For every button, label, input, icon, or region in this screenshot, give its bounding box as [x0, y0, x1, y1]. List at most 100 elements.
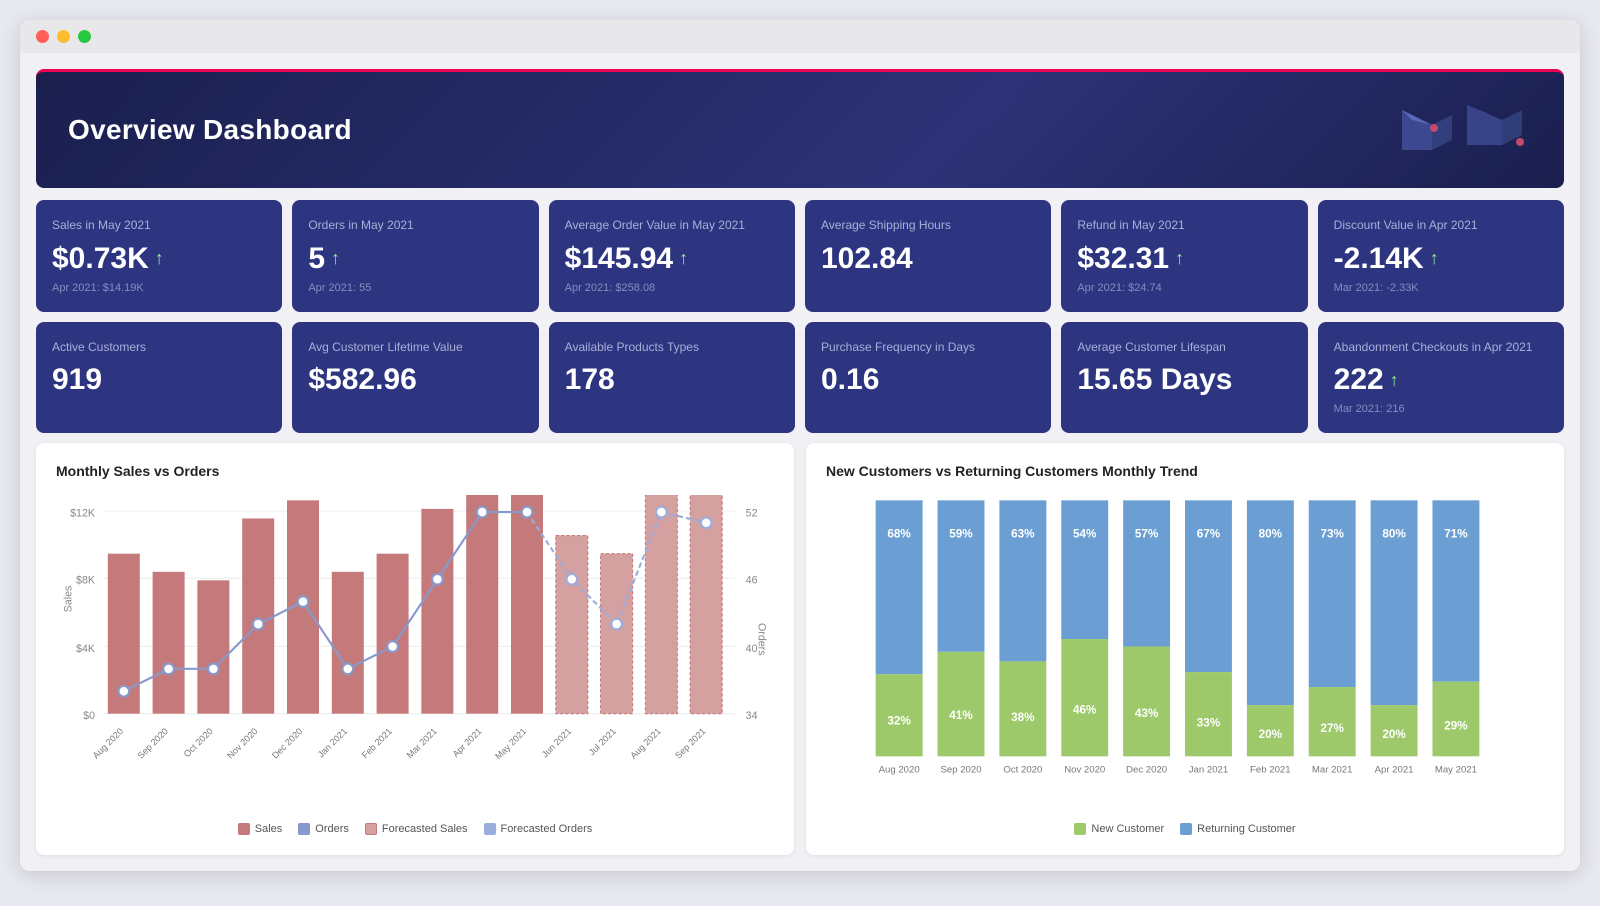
bar-1 — [153, 572, 185, 714]
header-decoration — [1372, 100, 1532, 160]
svg-text:41%: 41% — [949, 709, 973, 722]
svg-text:Aug 2021: Aug 2021 — [628, 726, 662, 760]
metric-value: 15.65 Days — [1077, 363, 1291, 397]
svg-text:Oct 2020: Oct 2020 — [182, 726, 215, 759]
chart2-title: New Customers vs Returning Customers Mon… — [826, 463, 1544, 479]
svg-text:80%: 80% — [1259, 528, 1283, 541]
svg-text:59%: 59% — [949, 528, 973, 541]
svg-text:Sales: Sales — [63, 586, 75, 613]
svg-text:20%: 20% — [1382, 728, 1406, 741]
metric-value: 919 — [52, 363, 266, 397]
metric-card-1: Avg Customer Lifetime Value $582.96 — [292, 322, 538, 434]
charts-row: Monthly Sales vs Orders $12K $8K $4K $0 … — [36, 443, 1564, 855]
svg-text:Dec 2020: Dec 2020 — [270, 726, 304, 760]
maximize-button[interactable] — [78, 30, 91, 43]
svg-text:May 2021: May 2021 — [493, 726, 528, 761]
metric-label: Average Shipping Hours — [821, 218, 1035, 234]
metric-card-0: Sales in May 2021 $0.73K ↑ Apr 2021: $14… — [36, 200, 282, 312]
metric-value: 102.84 — [821, 242, 1035, 276]
svg-text:Nov 2020: Nov 2020 — [1064, 765, 1105, 776]
svg-text:68%: 68% — [887, 528, 911, 541]
metric-value: 222 ↑ — [1334, 363, 1548, 397]
svg-text:Jan 2021: Jan 2021 — [1189, 765, 1228, 776]
metric-label: Orders in May 2021 — [308, 218, 522, 234]
svg-text:May 2021: May 2021 — [1435, 765, 1477, 776]
svg-text:Apr 2021: Apr 2021 — [1375, 765, 1414, 776]
svg-text:Sep 2021: Sep 2021 — [673, 726, 707, 760]
legend-sales: Sales — [238, 823, 283, 835]
metric-card-3: Purchase Frequency in Days 0.16 — [805, 322, 1051, 434]
metric-subtext: Mar 2021: -2.33K — [1334, 282, 1548, 294]
trend-up-icon: ↑ — [331, 248, 340, 269]
legend-new-customer: New Customer — [1074, 823, 1164, 835]
svg-text:54%: 54% — [1073, 528, 1097, 541]
svg-text:$0: $0 — [83, 710, 95, 722]
svg-text:Oct 2020: Oct 2020 — [1003, 765, 1042, 776]
minimize-button[interactable] — [57, 30, 70, 43]
metric-value: $582.96 — [308, 363, 522, 397]
svg-text:52: 52 — [746, 508, 758, 520]
metric-label: Average Order Value in May 2021 — [565, 218, 779, 234]
svg-text:Mar 2021: Mar 2021 — [405, 726, 439, 760]
chart1-legend: Sales Orders Forecasted Sales Forecasted… — [56, 823, 774, 835]
metric-label: Refund in May 2021 — [1077, 218, 1291, 234]
bar-3 — [242, 519, 274, 714]
svg-text:Apr 2021: Apr 2021 — [451, 726, 484, 759]
svg-text:63%: 63% — [1011, 528, 1035, 541]
metric-label: Discount Value in Apr 2021 — [1334, 218, 1548, 234]
svg-text:Jun 2021: Jun 2021 — [540, 726, 573, 759]
bar-11 — [601, 554, 633, 714]
metrics-row-1: Sales in May 2021 $0.73K ↑ Apr 2021: $14… — [36, 200, 1564, 312]
svg-text:73%: 73% — [1320, 528, 1344, 541]
metric-subtext: Apr 2021: 55 — [308, 282, 522, 294]
metric-value: $145.94 ↑ — [565, 242, 779, 276]
legend-orders: Orders — [298, 823, 349, 835]
metrics-row-2: Active Customers 919 Avg Customer Lifeti… — [36, 322, 1564, 434]
metric-label: Active Customers — [52, 340, 266, 356]
metric-card-2: Average Order Value in May 2021 $145.94 … — [549, 200, 795, 312]
bar-5 — [332, 572, 364, 714]
close-button[interactable] — [36, 30, 49, 43]
svg-text:Sep 2020: Sep 2020 — [940, 765, 981, 776]
chart2-legend: New Customer Returning Customer — [826, 823, 1544, 835]
svg-text:43%: 43% — [1135, 707, 1159, 720]
svg-text:27%: 27% — [1320, 722, 1344, 735]
metric-card-4: Refund in May 2021 $32.31 ↑ Apr 2021: $2… — [1061, 200, 1307, 312]
svg-text:Feb 2021: Feb 2021 — [360, 726, 394, 760]
metric-label: Available Products Types — [565, 340, 779, 356]
dashboard-title: Overview Dashboard — [68, 114, 352, 146]
bar-6 — [377, 554, 409, 714]
svg-text:80%: 80% — [1382, 528, 1406, 541]
svg-text:$8K: $8K — [76, 575, 95, 587]
trend-up-icon: ↑ — [679, 248, 688, 269]
chart2-area: 68% 32% 59% 41% 63% 38% — [826, 495, 1544, 815]
titlebar — [20, 20, 1580, 53]
svg-text:71%: 71% — [1444, 528, 1468, 541]
svg-text:20%: 20% — [1259, 728, 1283, 741]
chart-customers: New Customers vs Returning Customers Mon… — [806, 443, 1564, 855]
metric-label: Average Customer Lifespan — [1077, 340, 1291, 356]
legend-forecasted-sales: Forecasted Sales — [365, 823, 468, 835]
svg-text:Jul 2021: Jul 2021 — [587, 726, 618, 757]
trend-up-icon: ↑ — [155, 248, 164, 269]
bar-2 — [197, 581, 229, 714]
metric-value: $32.31 ↑ — [1077, 242, 1291, 276]
metric-card-3: Average Shipping Hours 102.84 — [805, 200, 1051, 312]
svg-text:Mar 2021: Mar 2021 — [1312, 765, 1353, 776]
metric-card-5: Abandonment Checkouts in Apr 2021 222 ↑ … — [1318, 322, 1564, 434]
metric-label: Sales in May 2021 — [52, 218, 266, 234]
svg-text:33%: 33% — [1197, 717, 1221, 730]
svg-text:46%: 46% — [1073, 704, 1097, 717]
svg-text:Nov 2020: Nov 2020 — [225, 726, 259, 760]
window: Overview Dashboard Sales in May 2021 $0.… — [20, 20, 1580, 871]
svg-text:Orders: Orders — [755, 623, 767, 656]
metric-value: $0.73K ↑ — [52, 242, 266, 276]
svg-text:38%: 38% — [1011, 711, 1035, 724]
metric-subtext: Apr 2021: $24.74 — [1077, 282, 1291, 294]
svg-text:32%: 32% — [887, 715, 911, 728]
svg-text:Aug 2020: Aug 2020 — [879, 765, 920, 776]
svg-text:Feb 2021: Feb 2021 — [1250, 765, 1291, 776]
svg-text:29%: 29% — [1444, 720, 1468, 733]
chart-sales-orders: Monthly Sales vs Orders $12K $8K $4K $0 … — [36, 443, 794, 855]
metric-label: Abandonment Checkouts in Apr 2021 — [1334, 340, 1548, 356]
